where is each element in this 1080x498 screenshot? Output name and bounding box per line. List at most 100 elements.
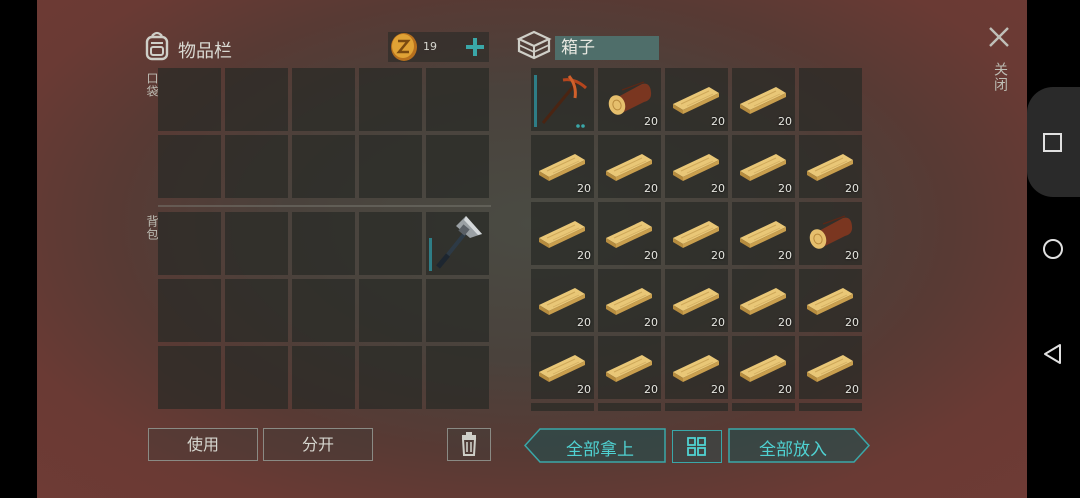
backpack-slot[interactable] bbox=[426, 279, 489, 342]
chest-slot[interactable]: 20 bbox=[732, 202, 795, 265]
backpack-slot[interactable] bbox=[225, 212, 288, 275]
item-count: 20 bbox=[778, 115, 792, 128]
item-count: 20 bbox=[644, 182, 658, 195]
chest-slot[interactable]: 20 bbox=[665, 135, 728, 198]
chest-slot[interactable]: 20 bbox=[598, 135, 661, 198]
item-count: 20 bbox=[711, 383, 725, 396]
item-count: 20 bbox=[644, 115, 658, 128]
chest-slot[interactable]: 20 bbox=[732, 269, 795, 332]
chest-slot[interactable]: 20 bbox=[598, 68, 661, 131]
pocket-slot[interactable] bbox=[225, 68, 288, 131]
chest-slot[interactable]: 20 bbox=[531, 336, 594, 399]
chest-slot[interactable] bbox=[531, 403, 594, 411]
backpack-slot[interactable] bbox=[158, 346, 221, 409]
chest-slot[interactable]: 20 bbox=[665, 202, 728, 265]
backpack-slot[interactable] bbox=[359, 212, 422, 275]
chest-slot[interactable]: 20 bbox=[531, 135, 594, 198]
add-coins-button[interactable] bbox=[462, 34, 488, 60]
item-count: 20 bbox=[644, 249, 658, 262]
close-icon[interactable] bbox=[986, 24, 1012, 50]
chest-slot[interactable]: 20 bbox=[598, 336, 661, 399]
item-count: 20 bbox=[711, 316, 725, 329]
item-count: 20 bbox=[711, 182, 725, 195]
durability-bar bbox=[429, 238, 432, 271]
chest-slot[interactable] bbox=[799, 68, 862, 131]
backpack-slot[interactable] bbox=[158, 212, 221, 275]
put-all-button[interactable]: 全部放入 bbox=[728, 428, 870, 463]
chest-slot[interactable]: 20 bbox=[531, 269, 594, 332]
chest-slot[interactable] bbox=[732, 403, 795, 411]
backpack-slot[interactable] bbox=[292, 212, 355, 275]
pocket-slot[interactable] bbox=[359, 68, 422, 131]
backpack-slot[interactable] bbox=[225, 346, 288, 409]
chest-slot[interactable]: 20 bbox=[799, 202, 862, 265]
inventory-title: 物品栏 bbox=[178, 41, 232, 62]
pocket-slot[interactable] bbox=[292, 135, 355, 198]
pocket-slot[interactable] bbox=[426, 135, 489, 198]
item-count: 20 bbox=[778, 316, 792, 329]
pocket-slot[interactable] bbox=[158, 135, 221, 198]
item-count: 20 bbox=[577, 249, 591, 262]
backpack-slot[interactable] bbox=[426, 212, 489, 275]
backpack-slot[interactable] bbox=[292, 279, 355, 342]
durability-bar bbox=[534, 75, 537, 127]
backpack-slot[interactable] bbox=[225, 279, 288, 342]
pocket-slot[interactable] bbox=[292, 68, 355, 131]
backpack-slot[interactable] bbox=[158, 279, 221, 342]
item-count: 20 bbox=[644, 316, 658, 329]
chest-slot[interactable]: 20 bbox=[531, 202, 594, 265]
close-label[interactable]: 关闭 bbox=[990, 62, 1010, 92]
item-count: 20 bbox=[644, 383, 658, 396]
item-count: 20 bbox=[845, 383, 859, 396]
item-count: 20 bbox=[778, 249, 792, 262]
pocket-slot[interactable] bbox=[225, 135, 288, 198]
use-button[interactable]: 使用 bbox=[148, 428, 258, 461]
coin-icon bbox=[390, 32, 418, 62]
sort-button[interactable] bbox=[672, 430, 722, 463]
chest-title: 箱子 bbox=[555, 36, 659, 60]
item-count: 20 bbox=[711, 249, 725, 262]
take-all-label: 全部拿上 bbox=[566, 440, 634, 460]
take-all-button[interactable]: 全部拿上 bbox=[524, 428, 666, 463]
chest-slot[interactable] bbox=[598, 403, 661, 411]
chest-slot[interactable]: 20 bbox=[732, 135, 795, 198]
chest-slot[interactable]: 20 bbox=[799, 135, 862, 198]
backpack-slot[interactable] bbox=[292, 346, 355, 409]
backpack-icon bbox=[142, 29, 172, 61]
item-count: 20 bbox=[711, 115, 725, 128]
sort-grid-icon bbox=[687, 437, 706, 456]
trash-icon bbox=[461, 432, 477, 456]
split-button[interactable]: 分开 bbox=[263, 428, 373, 461]
pocket-slot[interactable] bbox=[158, 68, 221, 131]
chest-slot[interactable]: 20 bbox=[799, 336, 862, 399]
item-count: 20 bbox=[845, 249, 859, 262]
recents-icon[interactable] bbox=[1040, 130, 1066, 156]
home-icon[interactable] bbox=[1040, 236, 1066, 262]
chest-slot[interactable]: 20 bbox=[665, 269, 728, 332]
trash-button[interactable] bbox=[447, 428, 491, 461]
coin-amount: 19 bbox=[423, 40, 437, 53]
chest-slot[interactable] bbox=[665, 403, 728, 411]
back-icon[interactable] bbox=[1040, 341, 1066, 367]
chest-slot[interactable]: 20 bbox=[799, 269, 862, 332]
item-count: 20 bbox=[778, 182, 792, 195]
chest-slot[interactable]: 20 bbox=[732, 68, 795, 131]
chest-slot[interactable]: 20 bbox=[732, 336, 795, 399]
item-count: 20 bbox=[577, 383, 591, 396]
chest-slot[interactable] bbox=[531, 68, 594, 131]
pocket-slot[interactable] bbox=[359, 135, 422, 198]
chest-slot[interactable]: 20 bbox=[665, 336, 728, 399]
backpack-slot[interactable] bbox=[359, 346, 422, 409]
chest-slot[interactable]: 20 bbox=[665, 68, 728, 131]
chest-slot[interactable]: 20 bbox=[598, 202, 661, 265]
chest-slot[interactable] bbox=[799, 403, 862, 411]
chest-slot[interactable]: 20 bbox=[598, 269, 661, 332]
item-count: 20 bbox=[845, 316, 859, 329]
pocket-slot[interactable] bbox=[426, 68, 489, 131]
backpack-slot[interactable] bbox=[426, 346, 489, 409]
backpack-slot[interactable] bbox=[359, 279, 422, 342]
item-count: 20 bbox=[778, 383, 792, 396]
chest-icon bbox=[516, 29, 552, 61]
put-all-label: 全部放入 bbox=[759, 440, 827, 460]
item-count: 20 bbox=[577, 182, 591, 195]
